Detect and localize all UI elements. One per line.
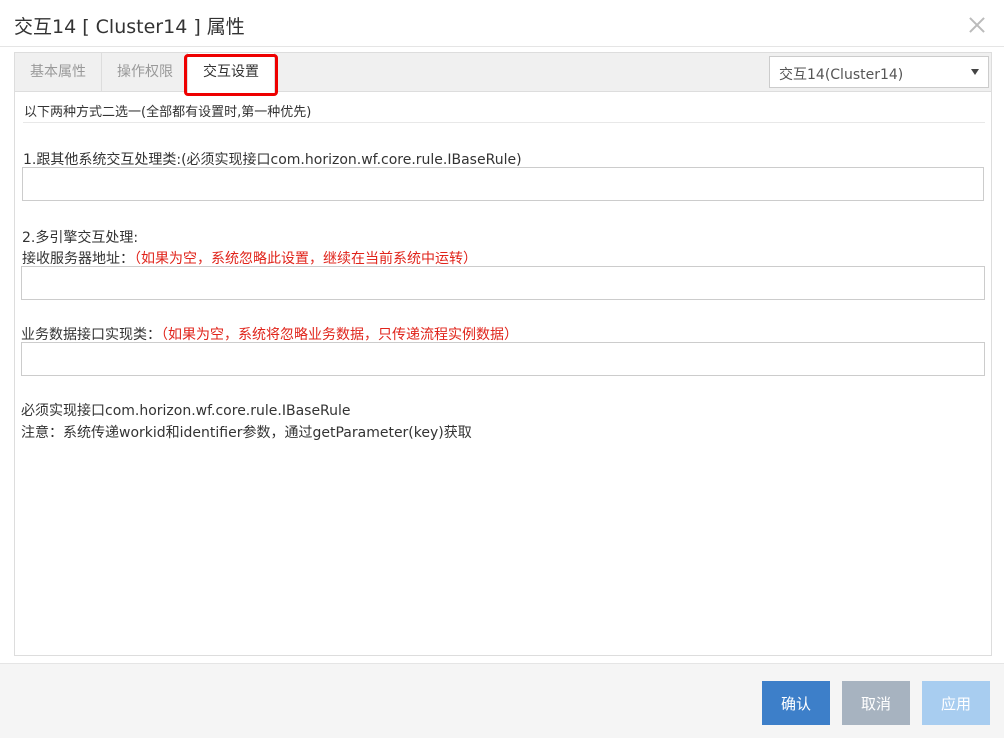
server-address-hint: （如果为空，系统忽略此设置，继续在当前系统中运转） [134,251,477,267]
server-address-label: 接收服务器地址：（如果为空，系统忽略此设置，继续在当前系统中运转） [22,248,477,268]
note-parameters: 注意：系统传递workid和identifier参数，通过getParamete… [21,425,472,441]
business-impl-label: 业务数据接口实现类：（如果为空，系统将忽略业务数据，只传递流程实例数据） [21,324,518,344]
confirm-button[interactable]: 确认 [762,681,830,725]
server-address-input[interactable] [21,266,985,300]
dialog-titlebar: 交互14 [ Cluster14 ] 属性 [0,0,1004,47]
divider [23,122,985,123]
note-interface: 必须实现接口com.horizon.wf.core.rule.IBaseRule [21,403,351,419]
dialog-title: 交互14 [ Cluster14 ] 属性 [14,16,245,38]
business-impl-input[interactable] [21,342,985,376]
tab-basic-properties[interactable]: 基本属性 [15,53,101,91]
tab-interaction-settings[interactable]: 交互设置 [187,53,275,92]
close-icon[interactable] [966,14,988,36]
tab-operation-permissions[interactable]: 操作权限 [101,53,188,91]
server-address-label-text: 接收服务器地址： [22,251,134,267]
handler-class-input[interactable] [22,167,984,201]
business-impl-label-text: 业务数据接口实现类： [21,327,161,343]
node-select-value: 交互14(Cluster14) [779,67,904,83]
section2-label: 2.多引擎交互处理: [22,230,139,246]
intro-text: 以下两种方式二选一(全部都有设置时,第一种优先) [24,105,312,120]
properties-dialog: 交互14 [ Cluster14 ] 属性 基本属性 操作权限 交互设置 交互1… [0,0,1004,738]
dialog-footer: 确认 取消 应用 [0,663,1004,738]
tab-bar: 基本属性 操作权限 交互设置 交互14(Cluster14) [15,53,991,96]
section1-label: 1.跟其他系统交互处理类:(必须实现接口com.horizon.wf.core.… [23,152,522,168]
apply-button[interactable]: 应用 [922,681,990,725]
business-impl-hint: （如果为空，系统将忽略业务数据，只传递流程实例数据） [161,327,518,343]
cancel-button[interactable]: 取消 [842,681,910,725]
chevron-down-icon [971,69,979,75]
tab-panel: 基本属性 操作权限 交互设置 交互14(Cluster14) 以下两种方式二选一… [14,52,992,656]
node-select[interactable]: 交互14(Cluster14) [769,56,989,88]
